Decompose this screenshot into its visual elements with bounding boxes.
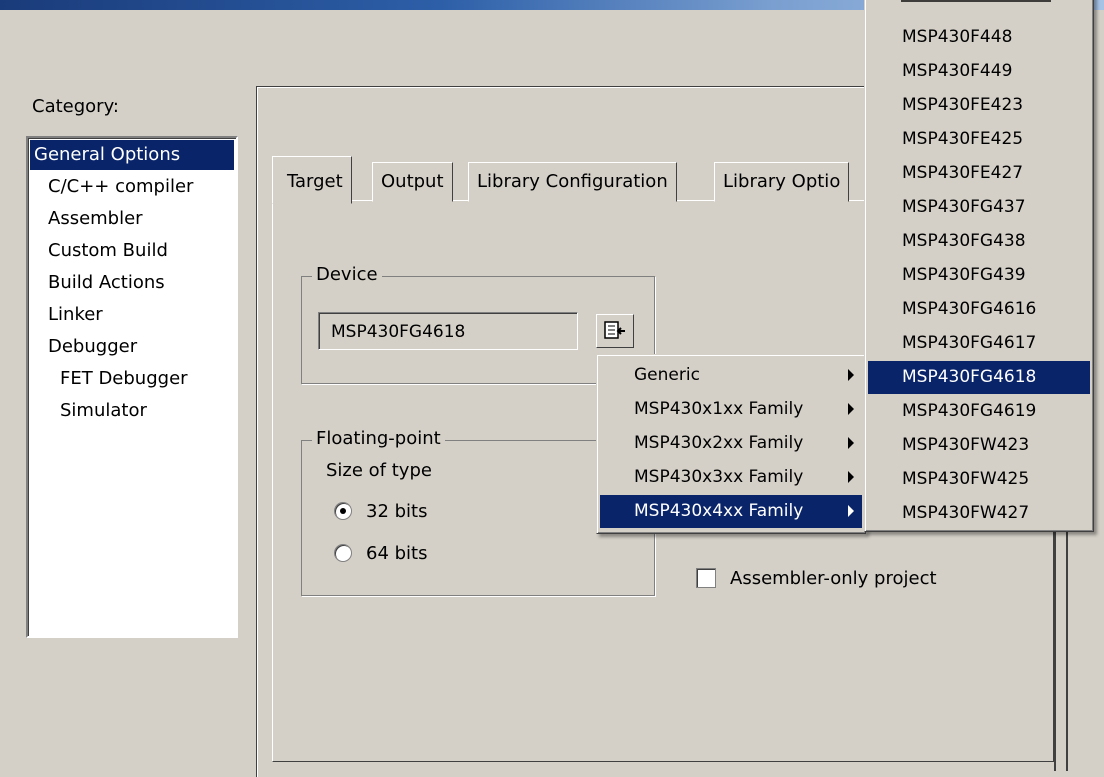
menu-item-device[interactable]: MSP430FW423 [868,429,1090,462]
menu-item-msp430x4xx[interactable]: MSP430x4xx Family [600,495,862,528]
submenu-arrow-icon [848,403,854,415]
radio-32-bits[interactable] [334,502,352,520]
category-item-cpp-compiler[interactable]: C/C++ compiler [30,172,234,202]
device-select-button[interactable] [596,314,634,348]
category-item-custom-build[interactable]: Custom Build [30,236,234,266]
tab-library-options[interactable]: Library Optio [714,162,850,202]
menu-item-device[interactable]: MSP430FW427 [868,497,1090,530]
menu-item-device[interactable]: MSP430FE423 [868,89,1090,122]
category-item-debugger[interactable]: Debugger [30,332,234,362]
submenu-arrow-icon [848,505,854,517]
family-menu: Generic MSP430x1xx Family MSP430x2xx Fam… [596,354,866,534]
menu-item-device[interactable]: MSP430FG437 [868,191,1090,224]
menu-item-device[interactable]: MSP430FG439 [868,259,1090,292]
assembler-only-checkbox[interactable] [696,568,716,588]
category-item-general-options[interactable]: General Options [30,140,234,170]
menu-item-msp430x2xx[interactable]: MSP430x2xx Family [600,427,862,460]
radio-32-bits-label: 32 bits [366,501,428,522]
menu-item-device[interactable]: MSP430FG438 [868,225,1090,258]
category-label: Category: [32,96,119,117]
category-item-assembler[interactable]: Assembler [30,204,234,234]
menu-item-device-selected[interactable]: MSP430FG4618 [868,361,1090,394]
tab-library-configuration[interactable]: Library Configuration [468,162,677,202]
menu-item-device[interactable]: MSP430FG4616 [868,293,1090,326]
menu-item-cut-off [901,0,1051,2]
device-group-legend: Device [312,264,382,285]
menu-item-device[interactable]: MSP430F449 [868,55,1090,88]
submenu-arrow-icon [848,471,854,483]
category-item-build-actions[interactable]: Build Actions [30,268,234,298]
submenu-arrow-icon [848,437,854,449]
size-of-type-label: Size of type [326,460,432,481]
menu-item-device[interactable]: MSP430FW425 [868,463,1090,496]
menu-item-generic[interactable]: Generic [600,359,862,392]
menu-item-device[interactable]: MSP430FG4617 [868,327,1090,360]
frame-edge [1066,490,1068,771]
menu-item-device[interactable]: MSP430F448 [868,21,1090,54]
category-list[interactable]: General Options C/C++ compiler Assembler… [26,136,238,638]
menu-item-device[interactable]: MSP430FE425 [868,123,1090,156]
radio-64-bits-label: 64 bits [366,543,428,564]
menu-item-device[interactable]: MSP430FG4619 [868,395,1090,428]
menu-item-device[interactable]: MSP430FE427 [868,157,1090,190]
frame-edge [1054,490,1056,771]
menu-item-msp430x1xx[interactable]: MSP430x1xx Family [600,393,862,426]
tab-target[interactable]: Target [272,156,352,204]
device-field[interactable]: MSP430FG4618 [318,312,578,350]
submenu-arrow-icon [848,369,854,381]
device-menu: MSP430F448 MSP430F449 MSP430FE423 MSP430… [864,0,1094,532]
menu-item-msp430x3xx[interactable]: MSP430x3xx Family [600,461,862,494]
category-item-linker[interactable]: Linker [30,300,234,330]
assembler-only-label: Assembler-only project [730,568,937,589]
floating-point-legend: Floating-point [312,428,445,449]
tab-output[interactable]: Output [372,162,453,202]
device-select-icon [604,321,625,339]
category-item-fet-debugger[interactable]: FET Debugger [30,364,234,394]
category-item-simulator[interactable]: Simulator [30,396,234,426]
radio-64-bits[interactable] [334,544,352,562]
